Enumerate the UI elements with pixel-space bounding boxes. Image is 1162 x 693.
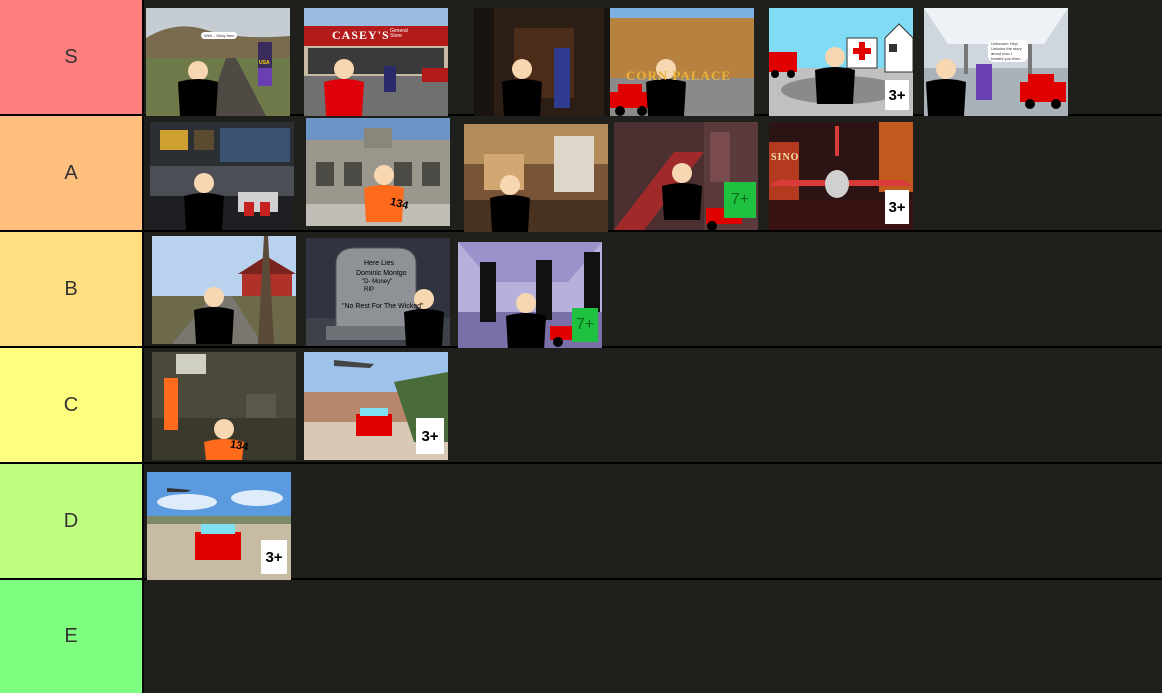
age-badge: 3+	[261, 540, 287, 574]
tile-desert-road-scene[interactable]: Well... Okay then USA	[146, 8, 290, 116]
tile-airport-interior[interactable]: Unknown: Hey! Unlocks the story about ho…	[924, 8, 1068, 116]
age-badge: 3+	[885, 190, 909, 224]
age-badge: 3+	[885, 80, 909, 110]
tier-row-d: D 3+	[0, 464, 1162, 580]
tile-red-stairs[interactable]: 7+	[614, 122, 758, 230]
tile-hospital-scene[interactable]: 3+	[769, 8, 913, 116]
tier-items-e[interactable]	[144, 580, 1162, 693]
tier-label-s[interactable]: S	[0, 0, 142, 114]
tier-items-b[interactable]: Here Lies Dominic Montgo "D- Money" RIP …	[144, 232, 1162, 350]
tier-items-c[interactable]: 134 3+	[144, 348, 1162, 462]
tile-canyon-plane[interactable]: 3+	[304, 352, 448, 460]
casino-sign: SINO	[771, 152, 800, 163]
store-sign: CASEY'S	[332, 28, 390, 42]
tile-farm-road[interactable]	[152, 236, 296, 344]
age-badge: 3+	[416, 418, 444, 454]
tier-label-a[interactable]: A	[0, 116, 142, 230]
tier-row-c: C 134 3+	[0, 348, 1162, 462]
tile-gravestone[interactable]: Here Lies Dominic Montgo "D- Money" RIP …	[306, 238, 450, 346]
age-badge: 7+	[724, 182, 756, 218]
palace-sign: CORN PALACE	[626, 68, 732, 83]
tile-restaurant-interior[interactable]	[464, 124, 608, 232]
tier-items-a[interactable]: 134 7+ SINO 3+	[144, 116, 1162, 232]
speech-bubble: Well... Okay then	[201, 32, 238, 39]
speech-bubble: Unknown: Hey! Unlocks the story about ho…	[988, 40, 1028, 62]
tile-prison-cell[interactable]: 134	[152, 352, 296, 460]
tile-casino-airplane[interactable]: SINO 3+	[769, 122, 913, 230]
tier-label-d[interactable]: D	[0, 464, 142, 578]
tile-caseys-store[interactable]: CASEY'S General Store	[304, 8, 448, 116]
tier-label-e[interactable]: E	[0, 580, 142, 693]
tier-label-b[interactable]: B	[0, 232, 142, 346]
tier-row-a: A 134 7+ SINO 3+	[0, 116, 1162, 232]
tile-fast-food-counter[interactable]	[150, 122, 294, 230]
tier-items-d[interactable]: 3+	[144, 464, 1162, 580]
tier-row-e: E	[0, 580, 1162, 693]
tile-gangsters-hallway[interactable]: 7+	[458, 242, 602, 350]
age-badge: 7+	[572, 308, 598, 342]
tile-desert-plane[interactable]: 3+	[147, 472, 291, 580]
tier-row-b: B Here Lies Dominic Montgo "D- Money" RI…	[0, 232, 1162, 350]
tier-list: S Well... Okay then USA CASEY'S General …	[0, 0, 1162, 693]
tier-label-c[interactable]: C	[0, 348, 142, 462]
tile-prison-building[interactable]: 134	[306, 118, 450, 226]
tier-items-s[interactable]: Well... Okay then USA CASEY'S General St…	[144, 0, 1162, 116]
tier-row-s: S Well... Okay then USA CASEY'S General …	[0, 0, 1162, 116]
tile-corn-palace[interactable]: CORN PALACE	[474, 8, 754, 116]
